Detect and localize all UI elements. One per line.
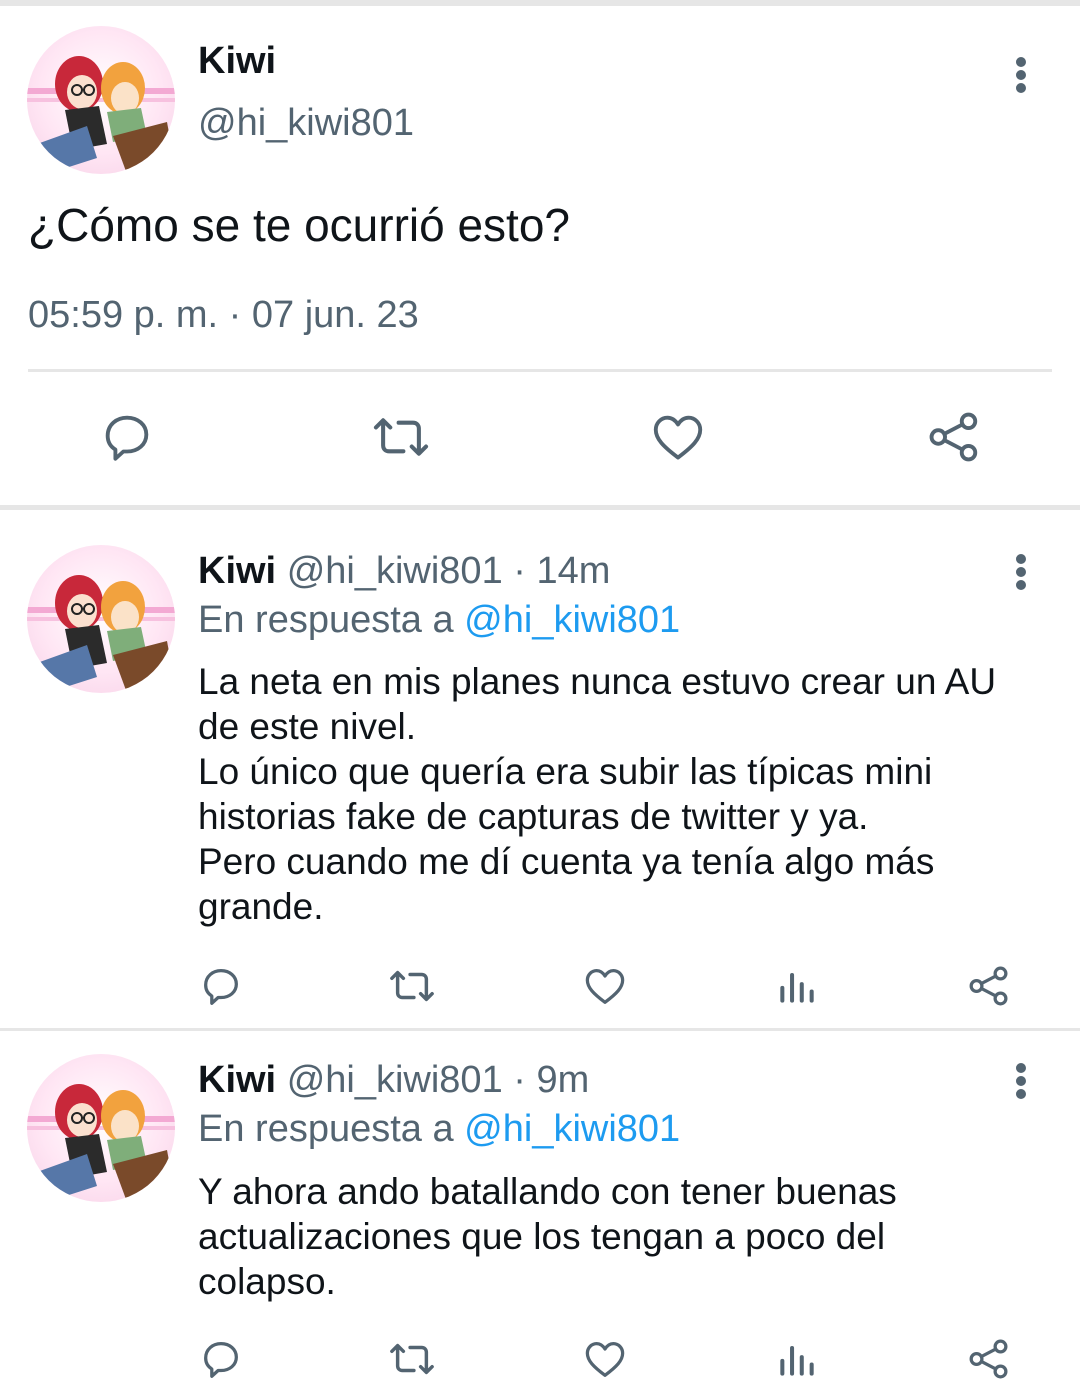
author-handle[interactable]: @hi_kiwi801 — [287, 1059, 503, 1101]
text-line: grande. — [198, 886, 324, 927]
avatar[interactable] — [27, 545, 175, 693]
top-separator — [0, 0, 1080, 6]
views-icon — [780, 1345, 814, 1376]
avatar-image — [27, 1083, 175, 1202]
like-button[interactable] — [581, 1336, 629, 1382]
retweet-icon — [390, 1343, 434, 1375]
tweet-text: ¿Cómo se te ocurrió esto? — [28, 199, 571, 251]
reply-to-link[interactable]: @hi_kiwi801 — [464, 1108, 680, 1150]
author-name[interactable]: Kiwi — [198, 1059, 276, 1101]
share-icon — [929, 412, 978, 462]
heart-icon — [585, 1342, 625, 1377]
reply-text: Y ahora ando batallando con tener buenas… — [198, 1169, 1058, 1304]
reply-text: La neta en mis planes nunca estuvo crear… — [198, 659, 1058, 929]
retweet-button[interactable] — [387, 963, 437, 1009]
text-line: historias fake de capturas de twitter y … — [198, 796, 869, 837]
retweet-icon — [373, 418, 429, 456]
reply-icon — [204, 1342, 238, 1378]
reply-prefix: En respuesta a — [198, 599, 465, 641]
retweet-button[interactable] — [387, 1336, 437, 1382]
reply-to-link[interactable]: @hi_kiwi801 — [464, 599, 680, 641]
retweet-icon — [390, 970, 434, 1002]
more-options-icon[interactable] — [1001, 542, 1041, 602]
like-button[interactable] — [648, 408, 708, 466]
reply-header: Kiwi @hi_kiwi801 · 9m — [198, 1059, 589, 1102]
reply-header: Kiwi @hi_kiwi801 · 14m — [198, 550, 610, 593]
tweet-timestamp[interactable]: 05:59 p. m. · 07 jun. 23 — [28, 294, 419, 337]
views-icon — [780, 972, 814, 1003]
reply-context: En respuesta a @hi_kiwi801 — [198, 599, 680, 642]
author-name[interactable]: Kiwi — [198, 550, 276, 592]
share-button[interactable] — [924, 408, 984, 466]
reply-icon — [204, 969, 238, 1005]
author-handle[interactable]: @hi_kiwi801 — [287, 550, 503, 592]
more-options-icon[interactable] — [1001, 1051, 1041, 1111]
section-separator — [0, 505, 1080, 510]
more-options-icon[interactable] — [1001, 45, 1041, 105]
like-button[interactable] — [581, 963, 629, 1009]
reply-button[interactable] — [98, 408, 156, 466]
reply-prefix: En respuesta a — [198, 1108, 465, 1150]
reply-button[interactable] — [198, 963, 244, 1009]
retweet-button[interactable] — [370, 408, 432, 466]
author-handle[interactable]: @hi_kiwi801 — [198, 102, 414, 145]
avatar-image — [27, 574, 175, 693]
text-line: de este nivel. — [198, 706, 417, 747]
share-button[interactable] — [965, 963, 1013, 1009]
share-icon — [969, 966, 1008, 1006]
text-line: Pero cuando me dí cuenta ya tenía algo m… — [198, 841, 935, 882]
reply-icon — [105, 415, 149, 461]
tweet-separator — [0, 1028, 1080, 1031]
avatar[interactable] — [27, 26, 175, 174]
tweet-time: · 9m — [513, 1059, 590, 1101]
heart-icon — [585, 969, 625, 1004]
divider — [28, 369, 1052, 372]
views-button[interactable] — [775, 1336, 819, 1382]
views-button[interactable] — [775, 963, 819, 1009]
tweet-time: · 14m — [513, 550, 611, 592]
reply-context: En respuesta a @hi_kiwi801 — [198, 1108, 680, 1151]
text-line: Lo único que quería era subir las típica… — [198, 751, 933, 792]
text-line: colapso. — [198, 1261, 336, 1302]
reply-button[interactable] — [198, 1336, 244, 1382]
avatar-image — [27, 55, 175, 174]
share-button[interactable] — [965, 1336, 1013, 1382]
share-icon — [969, 1339, 1008, 1379]
text-line: actualizaciones que los tengan a poco de… — [198, 1216, 886, 1257]
text-line: Y ahora ando batallando con tener buenas — [198, 1171, 897, 1212]
author-name[interactable]: Kiwi — [198, 40, 276, 83]
text-line: La neta en mis planes nunca estuvo crear… — [198, 661, 997, 702]
avatar[interactable] — [27, 1054, 175, 1202]
heart-icon — [653, 415, 703, 460]
